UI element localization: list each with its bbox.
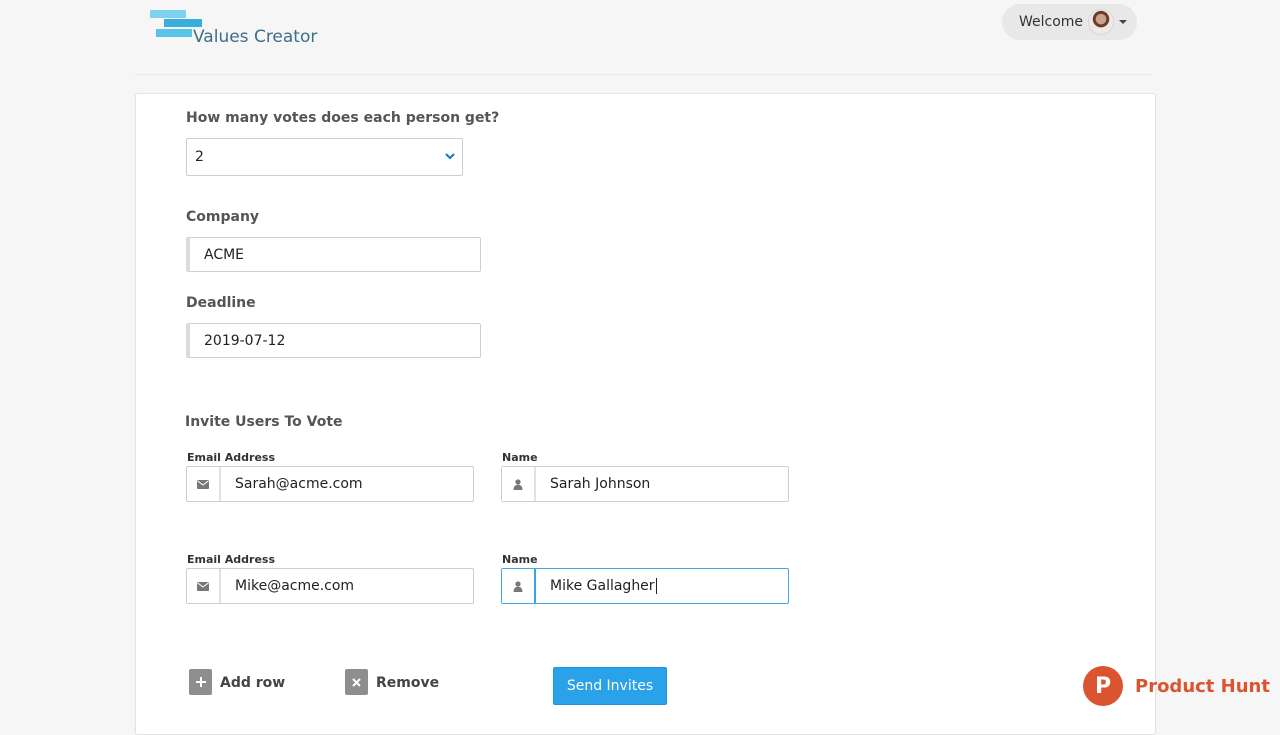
- user-icon: [502, 467, 536, 501]
- email-value: Mike@acme.com: [235, 578, 355, 594]
- email-label: Email Address: [187, 451, 276, 464]
- envelope-icon: [187, 569, 221, 603]
- app-logo[interactable]: Values Creator: [150, 10, 330, 50]
- text-cursor: [655, 578, 657, 594]
- deadline-input-value: 2019-07-12: [204, 332, 286, 349]
- x-icon: [345, 669, 368, 695]
- company-label: Company: [186, 209, 260, 225]
- user-menu[interactable]: Welcome: [1002, 4, 1137, 40]
- invite-form-card: How many votes does each person get? 2 C…: [135, 93, 1156, 735]
- company-input-value: ACME: [204, 246, 245, 263]
- chevron-down-icon: [445, 153, 455, 160]
- email-field[interactable]: Sarah@acme.com: [186, 466, 474, 502]
- caret-down-icon: [1119, 20, 1128, 24]
- name-label: Name: [502, 553, 538, 566]
- product-hunt-badge[interactable]: P Product Hunt: [1083, 666, 1270, 706]
- email-value: Sarah@acme.com: [235, 476, 363, 492]
- logo-text: Values Creator: [193, 27, 318, 47]
- deadline-input[interactable]: 2019-07-12: [186, 323, 481, 358]
- plus-icon: [189, 669, 212, 695]
- product-hunt-label: Product Hunt: [1135, 675, 1270, 697]
- remove-label: Remove: [376, 675, 440, 691]
- avatar: [1088, 9, 1115, 35]
- votes-select-value: 2: [195, 149, 204, 165]
- send-invites-button[interactable]: Send Invites: [553, 667, 667, 705]
- email-label: Email Address: [187, 553, 276, 566]
- envelope-icon: [187, 467, 221, 501]
- add-row-label: Add row: [220, 675, 286, 691]
- email-field[interactable]: Mike@acme.com: [186, 568, 474, 604]
- deadline-label: Deadline: [186, 295, 256, 311]
- votes-select[interactable]: 2: [186, 138, 463, 176]
- company-input[interactable]: ACME: [186, 237, 481, 272]
- name-value: Mike Gallagher: [550, 578, 655, 594]
- welcome-label: Welcome: [1019, 14, 1084, 30]
- name-field[interactable]: Mike Gallagher: [501, 568, 789, 604]
- votes-label: How many votes does each person get?: [186, 110, 500, 126]
- invite-heading: Invite Users To Vote: [185, 414, 343, 430]
- name-label: Name: [502, 451, 538, 464]
- name-value: Sarah Johnson: [550, 476, 651, 492]
- name-field[interactable]: Sarah Johnson: [501, 466, 789, 502]
- product-hunt-logo-icon: P: [1083, 666, 1123, 706]
- header-divider: [134, 74, 1152, 75]
- user-icon: [502, 569, 536, 603]
